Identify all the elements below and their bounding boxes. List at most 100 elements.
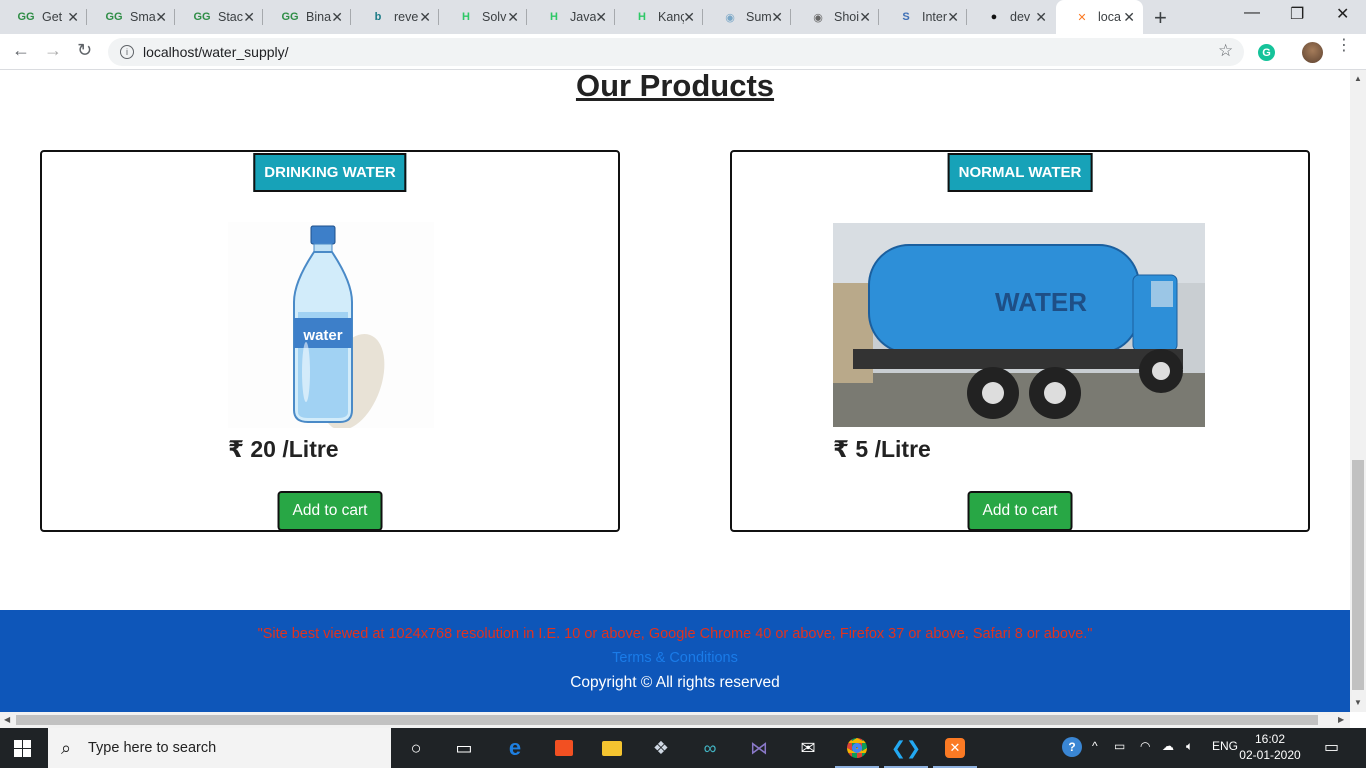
browser-menu-icon[interactable]: ⋮ <box>1336 38 1352 54</box>
add-to-cart-button[interactable]: Add to cart <box>277 491 383 531</box>
onedrive-cloud-icon[interactable]: ☁ <box>1162 739 1174 753</box>
tab-title: Java <box>570 10 596 24</box>
tab-close-icon[interactable]: ✕ <box>683 9 695 25</box>
tab-title: Sum <box>746 10 772 24</box>
tab-close-icon[interactable]: ✕ <box>155 9 167 25</box>
tab-close-icon[interactable]: ✕ <box>331 9 343 25</box>
browser-tab[interactable]: GG Stac ✕ <box>176 0 263 34</box>
product-price: ₹ 5 /Litre <box>833 436 931 462</box>
tab-title: loca <box>1098 10 1121 24</box>
url-text[interactable]: localhost/water_supply/ <box>143 44 289 60</box>
product-card-normal-water: NORMAL WATER WATER ₹ 5 /Litre Add to car… <box>730 150 1310 532</box>
address-bar[interactable]: i localhost/water_supply/ <box>108 38 1244 66</box>
cortana-icon[interactable]: ○ <box>404 736 428 760</box>
search-icon: ⌕ <box>61 738 72 758</box>
browser-toolbar: ← → ↻ i localhost/water_supply/ ☆ G ⋮ <box>0 34 1366 70</box>
clock-date: 02-01-2020 <box>1239 748 1301 762</box>
edge-browser-icon[interactable]: e <box>503 735 527 760</box>
volume-icon[interactable]: 🔈︎ <box>1186 739 1193 754</box>
globe-icon: ◉ <box>725 11 735 24</box>
mail-icon[interactable]: ✉ <box>796 736 820 760</box>
browser-tab[interactable]: ● dev ✕ <box>968 0 1055 34</box>
visual-studio-icon[interactable]: ⋈ <box>747 736 771 760</box>
battery-icon[interactable]: ▭ <box>1114 739 1125 753</box>
scroll-left-arrow-icon[interactable]: ◀ <box>4 715 10 724</box>
browser-tab[interactable]: H Solv ✕ <box>440 0 527 34</box>
minimize-button[interactable]: — <box>1244 4 1260 22</box>
store-icon[interactable] <box>552 736 576 760</box>
gfg-icon: GG <box>105 11 123 23</box>
browser-tab[interactable]: S Inter ✕ <box>880 0 967 34</box>
product-card-drinking-water: DRINKING WATER water ₹ 20 /Litre Add to … <box>40 150 620 532</box>
tab-close-icon[interactable]: ✕ <box>947 9 959 25</box>
horizontal-scroll-thumb[interactable] <box>16 715 1318 725</box>
browser-tab[interactable]: GG Sma ✕ <box>88 0 175 34</box>
forward-button[interactable]: → <box>44 40 62 61</box>
tab-close-icon[interactable]: ✕ <box>243 9 255 25</box>
product-price: ₹ 20 /Litre <box>228 436 339 462</box>
hackerrank-icon: H <box>638 11 646 23</box>
site-info-icon[interactable]: i <box>120 45 134 59</box>
system-clock[interactable]: 16:02 02-01-2020 <box>1238 731 1302 763</box>
window-close-button[interactable]: ✕ <box>1336 4 1349 24</box>
browser-tab[interactable]: GG Bina ✕ <box>264 0 351 34</box>
horizontal-scrollbar[interactable]: ◀ ▶ <box>0 712 1350 728</box>
back-button[interactable]: ← <box>12 40 30 61</box>
task-view-icon[interactable]: ▭ <box>452 736 476 760</box>
vertical-scrollbar[interactable]: ▲ ▼ <box>1350 70 1366 712</box>
bookmark-star-icon[interactable]: ☆ <box>1218 41 1233 61</box>
scroll-up-arrow-icon[interactable]: ▲ <box>1354 74 1362 83</box>
github-icon: ● <box>990 11 998 23</box>
browser-tab[interactable]: GG Get ✕ <box>0 0 87 34</box>
dropbox-icon[interactable]: ❖ <box>649 736 673 760</box>
add-to-cart-button[interactable]: Add to cart <box>967 491 1073 531</box>
wifi-icon[interactable]: ◠ <box>1140 739 1150 753</box>
browser-tab[interactable]: ✕ loca ✕ <box>1056 0 1143 34</box>
xampp-icon: ✕ <box>1077 11 1087 24</box>
scroll-down-arrow-icon[interactable]: ▼ <box>1354 698 1362 707</box>
tab-title: dev <box>1010 10 1031 24</box>
terms-link[interactable]: Terms & Conditions <box>0 650 1350 666</box>
tab-close-icon[interactable]: ✕ <box>67 9 79 25</box>
xampp-icon[interactable]: ✕ <box>933 736 977 768</box>
vertical-scroll-thumb[interactable] <box>1352 460 1364 690</box>
windows-start-icon[interactable] <box>14 740 31 757</box>
profile-avatar[interactable] <box>1302 42 1323 63</box>
reload-button[interactable]: ↻ <box>77 40 92 61</box>
infinity-app-icon[interactable]: ∞ <box>698 736 722 760</box>
s-icon: S <box>902 11 910 23</box>
tab-close-icon[interactable]: ✕ <box>507 9 519 25</box>
gfg-icon: GG <box>193 11 211 23</box>
browser-tab[interactable]: ◉ Shoi ✕ <box>792 0 879 34</box>
browser-tab[interactable]: ◉ Sum ✕ <box>704 0 791 34</box>
clock-time: 16:02 <box>1254 732 1286 746</box>
copyright-text: Copyright © All rights reserved <box>570 674 780 691</box>
taskbar-search-box[interactable]: ⌕ Type here to search <box>48 728 391 768</box>
truck-water-text: WATER <box>995 287 1087 317</box>
action-center-icon[interactable]: ▭ <box>1324 737 1339 757</box>
language-indicator[interactable]: ENG <box>1212 739 1238 753</box>
tab-title: Bina <box>306 10 332 24</box>
file-explorer-icon[interactable] <box>600 736 624 760</box>
scroll-right-arrow-icon[interactable]: ▶ <box>1338 715 1344 724</box>
tab-close-icon[interactable]: ✕ <box>1035 9 1047 25</box>
browser-tab[interactable]: H Kanç ✕ <box>616 0 703 34</box>
show-hidden-icons-chevron-icon[interactable]: ^ <box>1092 739 1098 753</box>
tab-strip: GG Get ✕ GG Sma ✕ GG Stac ✕ GG Bina ✕ b reve ✕ H Solv ✕ H J… <box>0 0 1366 34</box>
tab-close-icon[interactable]: ✕ <box>771 9 783 25</box>
browser-compat-note: "Site best viewed at 1024x768 resolution… <box>257 626 1093 642</box>
restore-button[interactable]: ❐ <box>1290 4 1304 24</box>
tab-close-icon[interactable]: ✕ <box>595 9 607 25</box>
tab-close-icon[interactable]: ✕ <box>1123 9 1135 25</box>
browser-tab[interactable]: H Java ✕ <box>528 0 615 34</box>
product-tag: NORMAL WATER <box>947 153 1093 192</box>
new-tab-button[interactable]: + <box>1154 5 1167 31</box>
vscode-icon[interactable]: ❮❯ <box>884 736 928 768</box>
chrome-icon[interactable] <box>835 736 879 768</box>
tab-close-icon[interactable]: ✕ <box>419 9 431 25</box>
page-title: Our Products <box>575 70 775 103</box>
browser-tab[interactable]: b reve ✕ <box>352 0 439 34</box>
help-icon[interactable]: ? <box>1062 737 1082 757</box>
tab-close-icon[interactable]: ✕ <box>859 9 871 25</box>
grammarly-extension-icon[interactable]: G <box>1258 44 1275 61</box>
